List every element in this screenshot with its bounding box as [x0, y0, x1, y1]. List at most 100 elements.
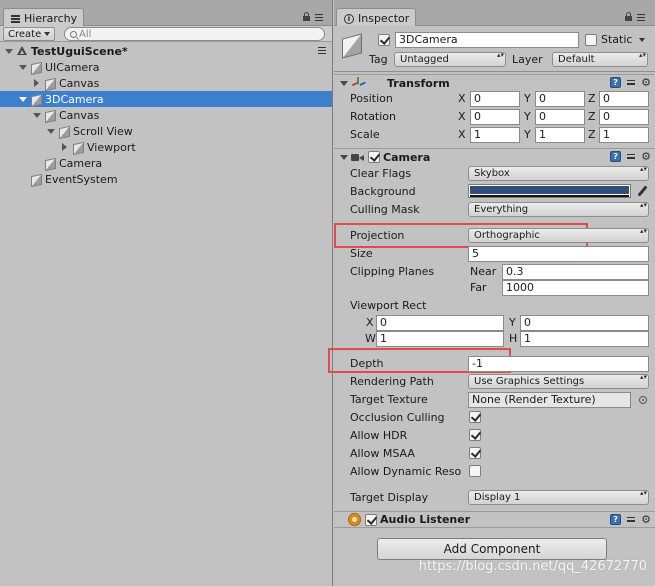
preset-sliders-icon[interactable] [626, 152, 636, 162]
tab-inspector[interactable]: i Inspector [336, 8, 417, 26]
foldout-arrow-icon[interactable] [18, 94, 28, 104]
target-display-dropdown[interactable]: Display 1 [468, 490, 649, 505]
depth-field[interactable]: -1 [468, 356, 649, 372]
depth-label: Depth [350, 357, 384, 370]
transform-header[interactable]: Transform ? ⚙ [334, 74, 655, 91]
rendering-path-dropdown[interactable]: Use Graphics Settings [468, 374, 649, 389]
static-chevron-down-icon[interactable] [639, 38, 645, 42]
axis-z-label: Z [588, 110, 596, 123]
help-book-icon[interactable]: ? [610, 151, 622, 162]
help-book-icon[interactable]: ? [610, 77, 622, 88]
object-name-field[interactable]: 3DCamera [395, 32, 579, 48]
create-button[interactable]: Create [3, 27, 56, 41]
size-field[interactable]: 5 [468, 246, 649, 262]
scene-menu-icon[interactable] [318, 47, 326, 54]
hierarchy-row[interactable]: Canvas [0, 75, 332, 91]
gameobject-cube-icon [44, 109, 56, 121]
transform-axes-icon [351, 77, 365, 89]
hierarchy-row-label: UICamera [45, 60, 100, 74]
hierarchy-row[interactable]: EventSystem [0, 171, 332, 187]
allow-msaa-checkbox[interactable] [469, 447, 481, 459]
axis-z-label: Z [588, 92, 596, 105]
gear-icon[interactable]: ⚙ [641, 151, 651, 162]
far-field[interactable]: 1000 [502, 280, 649, 296]
foldout-arrow-icon[interactable] [60, 142, 70, 152]
foldout-spacer [32, 158, 42, 168]
foldout-arrow-icon[interactable] [339, 78, 349, 88]
position-x-field[interactable]: 0 [470, 91, 520, 107]
background-color-swatch [470, 186, 629, 194]
preset-sliders-icon[interactable] [626, 78, 636, 88]
active-checkbox[interactable] [378, 34, 390, 46]
gear-icon[interactable]: ⚙ [641, 514, 651, 525]
hierarchy-row-label: Canvas [59, 108, 100, 122]
static-checkbox[interactable] [585, 34, 597, 46]
audio-listener-enabled-checkbox[interactable] [365, 513, 377, 526]
layer-dropdown[interactable]: Default [552, 52, 648, 67]
projection-label: Projection [350, 229, 405, 242]
position-y-field[interactable]: 0 [535, 91, 585, 107]
gear-icon[interactable]: ⚙ [641, 77, 651, 88]
viewport-w-field[interactable]: 1 [376, 331, 504, 347]
position-label: Position [350, 92, 393, 105]
foldout-arrow-icon[interactable] [339, 152, 349, 162]
camera-enabled-checkbox[interactable] [368, 151, 380, 163]
hierarchy-rows: UICamera Canvas 3DCamera Canvas Scroll View V… [0, 59, 332, 187]
viewport-y-field[interactable]: 0 [520, 315, 649, 331]
eyedropper-icon[interactable] [636, 185, 648, 197]
hierarchy-row-label: EventSystem [45, 172, 118, 186]
foldout-arrow-icon[interactable] [32, 78, 42, 88]
rotation-y-field[interactable]: 0 [535, 109, 585, 125]
tag-dropdown[interactable]: Untagged [394, 52, 506, 67]
foldout-arrow-icon[interactable] [46, 126, 56, 136]
lock-icon[interactable] [625, 12, 632, 21]
add-component-button[interactable]: Add Component [377, 538, 607, 560]
viewport-x-field[interactable]: 0 [376, 315, 504, 331]
scale-z-field[interactable]: 1 [599, 127, 649, 143]
hierarchy-panel: Hierarchy Create All TestUguiScene* UICa… [0, 0, 333, 586]
lock-icon[interactable] [303, 12, 310, 21]
panel-menu-icon[interactable] [637, 13, 645, 21]
rotation-x-field[interactable]: 0 [470, 109, 520, 125]
create-button-label: Create [8, 28, 42, 40]
target-texture-field[interactable]: None (Render Texture) [468, 392, 631, 408]
scale-y-field[interactable]: 1 [535, 127, 585, 143]
tab-hierarchy[interactable]: Hierarchy [3, 8, 85, 26]
culling-mask-label: Culling Mask [350, 203, 420, 216]
camera-header[interactable]: Camera ? ⚙ [334, 148, 655, 165]
hierarchy-search-input[interactable]: All [64, 27, 325, 41]
allow-hdr-checkbox[interactable] [469, 429, 481, 441]
gameobject-cube-icon [44, 157, 56, 169]
near-field[interactable]: 0.3 [502, 264, 649, 280]
viewport-h-field[interactable]: 1 [520, 331, 649, 347]
hierarchy-row[interactable]: 3DCamera [0, 91, 332, 107]
transform-title: Transform [387, 76, 450, 90]
position-z-field[interactable]: 0 [599, 91, 649, 107]
scale-x-field[interactable]: 1 [470, 127, 520, 143]
preset-sliders-icon[interactable] [626, 515, 636, 525]
foldout-arrow-icon[interactable] [32, 110, 42, 120]
allow-dynamic-resolution-checkbox[interactable] [469, 465, 481, 477]
audio-listener-header[interactable]: Audio Listener ? ⚙ [334, 511, 655, 528]
hierarchy-row[interactable]: Viewport [0, 139, 332, 155]
foldout-arrow-icon[interactable] [18, 62, 28, 72]
inspector-tabstrip: i Inspector [334, 0, 655, 26]
projection-dropdown[interactable]: Orthographic [468, 228, 649, 243]
axis-y-label: Y [524, 128, 531, 141]
foldout-arrow-icon[interactable] [4, 46, 14, 56]
rotation-z-field[interactable]: 0 [599, 109, 649, 125]
culling-mask-dropdown[interactable]: Everything [468, 202, 649, 217]
background-color-field[interactable] [468, 184, 631, 198]
audio-listener-title: Audio Listener [380, 513, 471, 526]
hierarchy-row[interactable]: Scroll View [0, 123, 332, 139]
clear-flags-dropdown[interactable]: Skybox [468, 166, 649, 181]
panel-menu-icon[interactable] [315, 13, 323, 21]
object-picker-icon[interactable] [639, 396, 647, 404]
hierarchy-row[interactable]: Camera [0, 155, 332, 171]
hierarchy-row[interactable]: UICamera [0, 59, 332, 75]
scene-row[interactable]: TestUguiScene* [0, 43, 332, 59]
help-book-icon[interactable]: ? [610, 514, 622, 525]
hierarchy-row[interactable]: Canvas [0, 107, 332, 123]
occlusion-culling-checkbox[interactable] [469, 411, 481, 423]
size-label: Size [350, 247, 373, 260]
